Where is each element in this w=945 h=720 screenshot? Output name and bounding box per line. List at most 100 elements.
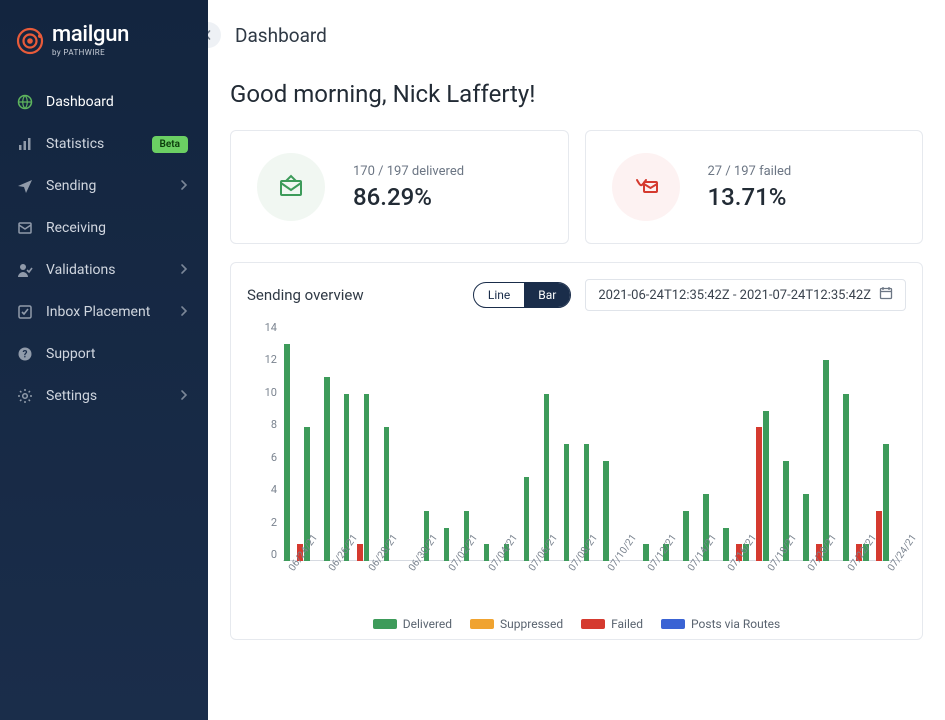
failed-icon: [612, 153, 680, 221]
toggle-line[interactable]: Line: [474, 283, 524, 307]
chart-bar: [564, 444, 570, 561]
legend-swatch: [470, 619, 494, 629]
sidebar-item-sending[interactable]: Sending: [0, 165, 208, 207]
logo: mailgun by PATHWIRE: [0, 16, 208, 81]
y-tick: 2: [247, 516, 277, 529]
sidebar: mailgun by PATHWIRE Dashboard StatisticsB…: [0, 0, 208, 720]
y-tick: 4: [247, 483, 277, 496]
sidebar-item-label: Settings: [46, 388, 178, 404]
chart-bar: [683, 511, 689, 561]
sidebar-item-label: Support: [46, 346, 192, 362]
failed-label: 27 / 197 failed: [708, 164, 792, 179]
nav: Dashboard StatisticsBeta Sending Receiving V…: [0, 81, 208, 417]
x-axis: 06/24/2106/26/2106/28/2106/30/2107/02/21…: [283, 561, 902, 611]
y-tick: 8: [247, 418, 277, 431]
stat-row: 170 / 197 delivered 86.29% 27 / 197 fail…: [230, 130, 923, 244]
chart-bar: [484, 544, 490, 561]
chart-bar: [723, 528, 729, 561]
legend-label: Delivered: [403, 617, 452, 631]
globe-icon: [16, 93, 34, 111]
y-tick: 10: [247, 386, 277, 399]
legend-swatch: [373, 619, 397, 629]
sidebar-item-label: Inbox Placement: [46, 304, 178, 320]
delivered-label: 170 / 197 delivered: [353, 164, 464, 179]
legend-item[interactable]: Failed: [581, 617, 643, 631]
sidebar-item-label: Receiving: [46, 220, 192, 236]
content: Good morning, Nick Lafferty! 170 / 197 d…: [208, 60, 945, 640]
sidebar-item-dashboard[interactable]: Dashboard: [0, 81, 208, 123]
chart-plot: [283, 327, 902, 561]
delivered-icon: [257, 153, 325, 221]
chart-bar: [803, 494, 809, 561]
delivered-value: 86.29%: [353, 183, 464, 211]
chart-bar: [643, 544, 649, 561]
date-range-picker[interactable]: 2021-06-24T12:35:42Z - 2021-07-24T12:35:…: [585, 279, 906, 311]
chart-bar: [603, 461, 609, 561]
page-title: Dashboard: [235, 24, 327, 47]
date-range-text: 2021-06-24T12:35:42Z - 2021-07-24T12:35:…: [598, 288, 871, 303]
failed-value: 13.71%: [708, 183, 792, 211]
brand-subtitle: by PATHWIRE: [52, 49, 129, 57]
chevron-right-icon: [178, 389, 192, 403]
y-tick: 14: [247, 321, 277, 334]
chart-bar: [876, 511, 882, 561]
y-tick: 12: [247, 353, 277, 366]
chart-bar: [364, 394, 370, 561]
chart-type-toggle: Line Bar: [473, 282, 571, 308]
svg-text:?: ?: [23, 350, 28, 361]
calendar-icon: [879, 286, 893, 304]
inbox-icon: [16, 219, 34, 237]
chart-bar: [843, 394, 849, 561]
main: Dashboard Good morning, Nick Lafferty! 1…: [208, 0, 945, 720]
legend-item[interactable]: Posts via Routes: [661, 617, 780, 631]
chart-bar: [823, 360, 829, 561]
y-axis: 14 12 10 8 6 4 2 0: [247, 321, 277, 561]
sidebar-item-receiving[interactable]: Receiving: [0, 207, 208, 249]
inbox-placement-icon: [16, 303, 34, 321]
chart-bar: [883, 444, 889, 561]
chart-bar: [357, 544, 363, 561]
collapse-sidebar-button[interactable]: [208, 22, 221, 48]
gear-icon: [16, 387, 34, 405]
chart-legend: Delivered Suppressed Failed Posts via Route…: [247, 617, 906, 631]
user-check-icon: [16, 261, 34, 279]
y-tick: 6: [247, 451, 277, 464]
greeting: Good morning, Nick Lafferty!: [230, 80, 923, 108]
chart-bar: [444, 528, 450, 561]
sidebar-item-validations[interactable]: Validations: [0, 249, 208, 291]
failed-stat-card: 27 / 197 failed 13.71%: [585, 130, 924, 244]
chart-bar: [524, 477, 530, 561]
sidebar-item-label: Dashboard: [46, 94, 192, 110]
legend-item[interactable]: Suppressed: [470, 617, 563, 631]
chart-area: 14 12 10 8 6 4 2 0 06/24/2106/26/2106/28/2106/3…: [247, 321, 906, 631]
legend-label: Suppressed: [500, 617, 563, 631]
chart-bar: [324, 377, 330, 561]
sidebar-item-statistics[interactable]: StatisticsBeta: [0, 123, 208, 165]
sending-overview-card: Sending overview Line Bar 2021-06-24T12:…: [230, 262, 923, 640]
beta-badge: Beta: [152, 136, 188, 153]
sidebar-item-settings[interactable]: Settings: [0, 375, 208, 417]
legend-label: Posts via Routes: [691, 617, 780, 631]
legend-item[interactable]: Delivered: [373, 617, 452, 631]
toggle-bar[interactable]: Bar: [524, 283, 570, 307]
bars-icon: [16, 135, 34, 153]
y-tick: 0: [247, 548, 277, 561]
chart-bar: [284, 344, 290, 561]
delivered-stat-card: 170 / 197 delivered 86.29%: [230, 130, 569, 244]
legend-swatch: [661, 619, 685, 629]
help-icon: ?: [16, 345, 34, 363]
mailgun-logo-icon: [16, 27, 44, 55]
overview-title: Sending overview: [247, 286, 459, 304]
legend-label: Failed: [611, 617, 643, 631]
chart-bar: [763, 411, 769, 561]
sidebar-item-label: Validations: [46, 262, 178, 278]
sidebar-item-label: Sending: [46, 178, 178, 194]
legend-swatch: [581, 619, 605, 629]
chevron-right-icon: [178, 179, 192, 193]
chevron-right-icon: [178, 263, 192, 277]
send-icon: [16, 177, 34, 195]
sidebar-item-inbox-placement[interactable]: Inbox Placement: [0, 291, 208, 333]
sidebar-item-support[interactable]: ? Support: [0, 333, 208, 375]
sidebar-item-label: Statistics: [46, 136, 152, 152]
brand-name: mailgun: [52, 24, 129, 46]
